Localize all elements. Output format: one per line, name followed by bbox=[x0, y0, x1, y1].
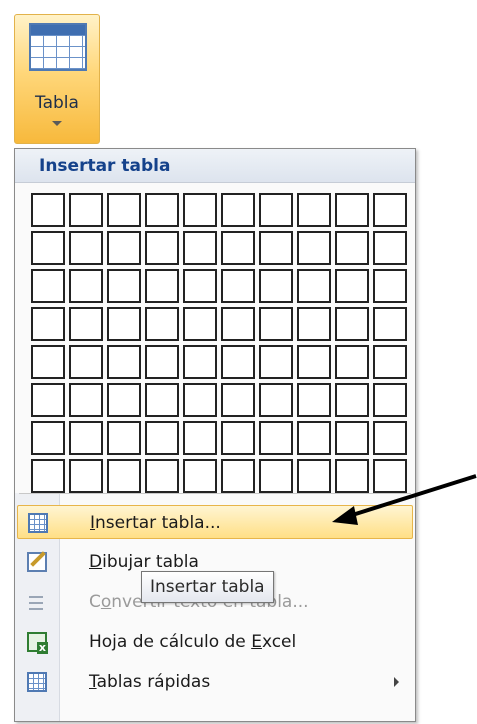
grid-cell[interactable] bbox=[335, 269, 369, 303]
grid-cell[interactable] bbox=[183, 193, 217, 227]
menu-item-label: Tablas rápidas bbox=[89, 672, 211, 692]
grid-cell[interactable] bbox=[183, 307, 217, 341]
grid-cell[interactable] bbox=[183, 421, 217, 455]
grid-cell[interactable] bbox=[373, 421, 407, 455]
grid-cell[interactable] bbox=[145, 459, 179, 493]
grid-cell[interactable] bbox=[107, 307, 141, 341]
grid-cell[interactable] bbox=[259, 459, 293, 493]
grid-cell[interactable] bbox=[335, 421, 369, 455]
menu-item-quick-tables[interactable]: Tablas rápidas bbox=[17, 665, 413, 699]
grid-cell[interactable] bbox=[297, 383, 331, 417]
grid-cell[interactable] bbox=[31, 383, 65, 417]
menu-item-label: Hoja de cálculo de Excel bbox=[89, 632, 297, 652]
grid-cell[interactable] bbox=[335, 345, 369, 379]
grid-cell[interactable] bbox=[221, 383, 255, 417]
pencil-icon bbox=[27, 552, 47, 572]
grid-cell[interactable] bbox=[259, 383, 293, 417]
grid-cell[interactable] bbox=[183, 269, 217, 303]
grid-cell[interactable] bbox=[221, 193, 255, 227]
grid-cell[interactable] bbox=[183, 459, 217, 493]
grid-cell[interactable] bbox=[31, 459, 65, 493]
grid-cell[interactable] bbox=[373, 345, 407, 379]
tabla-button-label: Tabla bbox=[35, 93, 79, 113]
grid-cell[interactable] bbox=[31, 193, 65, 227]
grid-cell[interactable] bbox=[221, 307, 255, 341]
grid-cell[interactable] bbox=[297, 269, 331, 303]
grid-cell[interactable] bbox=[145, 383, 179, 417]
grid-cell[interactable] bbox=[335, 307, 369, 341]
insert-table-dropdown-menu: Insertar tabla Insertar tabla... Dibujar… bbox=[14, 148, 416, 722]
grid-cell[interactable] bbox=[373, 269, 407, 303]
grid-cell[interactable] bbox=[31, 231, 65, 265]
grid-cell[interactable] bbox=[335, 193, 369, 227]
table-size-grid[interactable] bbox=[31, 193, 407, 493]
grid-cell[interactable] bbox=[221, 345, 255, 379]
grid-cell[interactable] bbox=[221, 269, 255, 303]
grid-cell[interactable] bbox=[145, 193, 179, 227]
grid-cell[interactable] bbox=[107, 193, 141, 227]
grid-cell[interactable] bbox=[69, 421, 103, 455]
grid-cell[interactable] bbox=[69, 307, 103, 341]
grid-cell[interactable] bbox=[221, 459, 255, 493]
table-icon bbox=[29, 23, 87, 71]
grid-cell[interactable] bbox=[259, 269, 293, 303]
menu-item-excel-spreadsheet[interactable]: Hoja de cálculo de Excel bbox=[17, 625, 413, 659]
grid-cell[interactable] bbox=[107, 421, 141, 455]
grid-cell[interactable] bbox=[297, 421, 331, 455]
grid-cell[interactable] bbox=[297, 307, 331, 341]
grid-cell[interactable] bbox=[259, 345, 293, 379]
menu-item-label: Insertar tabla... bbox=[90, 513, 221, 533]
grid-cell[interactable] bbox=[31, 269, 65, 303]
submenu-arrow-icon bbox=[394, 677, 399, 687]
excel-icon bbox=[27, 632, 48, 654]
grid-cell[interactable] bbox=[145, 307, 179, 341]
grid-cell[interactable] bbox=[31, 421, 65, 455]
grid-cell[interactable] bbox=[69, 231, 103, 265]
annotation-arrow-icon bbox=[332, 474, 477, 525]
grid-cell[interactable] bbox=[107, 345, 141, 379]
grid-cell[interactable] bbox=[373, 307, 407, 341]
grid-cell[interactable] bbox=[259, 421, 293, 455]
tabla-ribbon-button[interactable]: Tabla bbox=[14, 14, 100, 144]
grid-cell[interactable] bbox=[69, 383, 103, 417]
grid-cell[interactable] bbox=[31, 307, 65, 341]
grid-cell[interactable] bbox=[145, 421, 179, 455]
grid-cell[interactable] bbox=[183, 231, 217, 265]
convert-text-icon bbox=[27, 592, 47, 612]
grid-cell[interactable] bbox=[259, 193, 293, 227]
grid-cell[interactable] bbox=[221, 231, 255, 265]
grid-cell[interactable] bbox=[69, 269, 103, 303]
grid-cell[interactable] bbox=[69, 193, 103, 227]
grid-cell[interactable] bbox=[297, 459, 331, 493]
grid-cell[interactable] bbox=[335, 383, 369, 417]
grid-cell[interactable] bbox=[145, 269, 179, 303]
grid-cell[interactable] bbox=[297, 345, 331, 379]
grid-cell[interactable] bbox=[335, 231, 369, 265]
grid-cell[interactable] bbox=[107, 383, 141, 417]
grid-cell[interactable] bbox=[145, 231, 179, 265]
grid-cell[interactable] bbox=[183, 345, 217, 379]
grid-cell[interactable] bbox=[107, 459, 141, 493]
grid-cell[interactable] bbox=[69, 459, 103, 493]
tooltip: Insertar tabla bbox=[141, 571, 274, 603]
grid-cell[interactable] bbox=[31, 345, 65, 379]
table-icon bbox=[28, 513, 48, 533]
grid-cell[interactable] bbox=[373, 383, 407, 417]
grid-cell[interactable] bbox=[107, 269, 141, 303]
grid-cell[interactable] bbox=[221, 421, 255, 455]
dropdown-arrow-icon bbox=[52, 121, 62, 126]
grid-cell[interactable] bbox=[69, 345, 103, 379]
grid-cell[interactable] bbox=[259, 231, 293, 265]
menu-header: Insertar tabla bbox=[15, 149, 415, 183]
grid-cell[interactable] bbox=[145, 345, 179, 379]
grid-cell[interactable] bbox=[259, 307, 293, 341]
grid-cell[interactable] bbox=[107, 231, 141, 265]
grid-cell[interactable] bbox=[183, 383, 217, 417]
grid-cell[interactable] bbox=[297, 193, 331, 227]
grid-cell[interactable] bbox=[373, 193, 407, 227]
grid-cell[interactable] bbox=[297, 231, 331, 265]
grid-cell[interactable] bbox=[373, 231, 407, 265]
quick-tables-icon bbox=[27, 672, 47, 692]
